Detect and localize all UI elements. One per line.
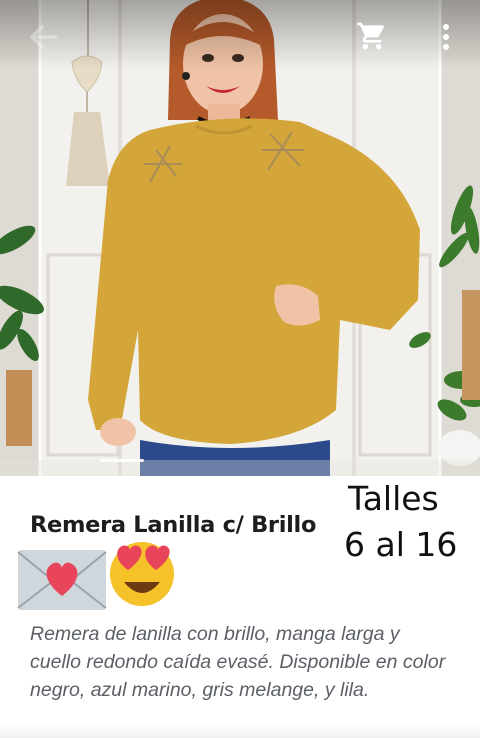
cart-icon (357, 22, 385, 50)
back-button[interactable] (26, 22, 62, 52)
more-vert-icon (443, 24, 449, 50)
sizes-line-1: Talles (348, 479, 439, 518)
sizes-label: Talles 6 al 16 (344, 476, 480, 568)
emoji-row (16, 540, 186, 610)
back-arrow-icon (30, 25, 58, 49)
product-image-gallery[interactable] (0, 0, 480, 476)
heart-eyes-emoji (110, 542, 174, 606)
price-stub (104, 562, 112, 582)
slide-indicator (100, 459, 144, 462)
toolbar-shade (0, 0, 480, 70)
product-photo (0, 0, 480, 476)
more-options-button[interactable] (436, 20, 456, 54)
love-letter-emoji (17, 550, 107, 610)
product-title: Remera Lanilla c/ Brillo (30, 512, 317, 538)
sizes-line-2: 6 al 16 (344, 525, 458, 564)
product-description: Remera de lanilla con brillo, manga larg… (30, 623, 446, 701)
bottom-fade (0, 724, 480, 738)
cart-button[interactable] (356, 20, 388, 52)
